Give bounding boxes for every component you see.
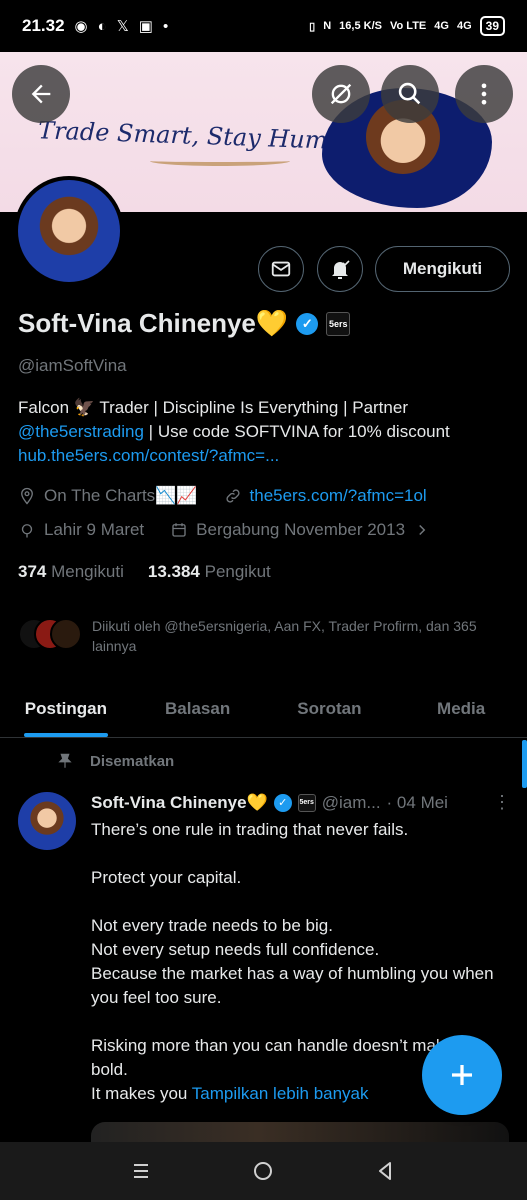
plus-icon bbox=[452, 1065, 472, 1085]
post-more-icon[interactable]: ⋮ bbox=[493, 792, 511, 813]
org-badge: 5ers bbox=[297, 793, 316, 812]
calendar-icon bbox=[172, 523, 186, 537]
meta-row-2: Lahir 9 Maret Bergabung November 2013 bbox=[18, 520, 431, 540]
profile-tabs: Postingan Balasan Sorotan Media bbox=[0, 680, 527, 738]
link-icon bbox=[225, 489, 240, 503]
profile-handle: @iamSoftVina bbox=[18, 356, 127, 375]
verified-badge-icon[interactable]: ✓ bbox=[296, 312, 319, 335]
grok-icon bbox=[330, 83, 352, 105]
search-button[interactable] bbox=[381, 65, 439, 123]
bio-url-link[interactable]: hub.the5ers.com/contest/?afmc=... bbox=[18, 446, 279, 465]
system-nav-bar bbox=[0, 1142, 527, 1200]
meta-row-1: On The Charts📉📈 the5ers.com/?afmc=1ol bbox=[18, 486, 427, 506]
post-date: · 04 Mei bbox=[386, 792, 448, 812]
follower-avatars bbox=[18, 616, 82, 652]
vibrate-icon: ▯ bbox=[309, 20, 316, 33]
chevron-right-icon[interactable] bbox=[413, 521, 431, 539]
post-avatar[interactable] bbox=[18, 792, 76, 850]
status-bar: 21.32 ◉ ◐ 𝕏 ▣ • ▯ N 16,5 K/S Vo LTE 4G 4… bbox=[0, 0, 527, 52]
dot-icon: • bbox=[162, 17, 169, 35]
notification-icons: ◉ ◐ 𝕏 ▣ • bbox=[74, 17, 169, 36]
profile-bio: Falcon 🦅 Trader | Discipline Is Everythi… bbox=[18, 396, 508, 468]
birthday-icon bbox=[21, 524, 33, 538]
tab-postingan[interactable]: Postingan bbox=[0, 680, 132, 737]
following-count-link[interactable]: 374 Mengikuti bbox=[18, 562, 124, 582]
more-vertical-icon bbox=[481, 83, 487, 105]
app-icon: ▣ bbox=[138, 18, 153, 35]
followers-count-link[interactable]: 13.384 Pengikut bbox=[148, 562, 271, 582]
post-header: Soft-Vina Chinenye💛 ✓ 5ers @iam... · 04 … bbox=[91, 792, 511, 813]
profile-name: Soft-Vina Chinenye💛 bbox=[18, 308, 289, 338]
tab-sorotan[interactable]: Sorotan bbox=[264, 680, 396, 737]
signal-1: 4G bbox=[434, 20, 449, 32]
nfc-icon: N bbox=[323, 20, 332, 32]
post-paragraph: Protect your capital. bbox=[91, 868, 242, 887]
post-author-handle: @iam... bbox=[321, 792, 381, 812]
banner-underline bbox=[150, 156, 290, 166]
x-icon: 𝕏 bbox=[116, 18, 129, 35]
pin-icon bbox=[58, 753, 72, 768]
bio-text: Falcon 🦅 Trader | Discipline Is Everythi… bbox=[18, 398, 408, 417]
notifications-button[interactable] bbox=[317, 246, 363, 292]
post-paragraph: Not every trade needs to be big. Not eve… bbox=[91, 916, 494, 1007]
volte-label: Vo LTE bbox=[390, 20, 427, 32]
scrollbar[interactable] bbox=[522, 740, 527, 788]
discord-icon: ◐ bbox=[97, 17, 107, 35]
arrow-left-icon bbox=[31, 84, 51, 104]
battery-indicator: 39 bbox=[479, 16, 505, 36]
tab-media[interactable]: Media bbox=[395, 680, 527, 737]
profile-location: On The Charts📉📈 bbox=[44, 486, 198, 505]
followed-by-row[interactable]: Diikuti oleh @the5ersnigeria, Aan FX, Tr… bbox=[18, 616, 502, 656]
follower-avatar bbox=[50, 618, 82, 650]
bio-text-2: | Use code SOFTVINA for 10% discount bbox=[143, 422, 450, 441]
location-icon bbox=[21, 487, 33, 505]
post-author-name[interactable]: Soft-Vina Chinenye💛 bbox=[91, 793, 268, 813]
back-nav-icon[interactable] bbox=[374, 1159, 398, 1183]
profile-avatar[interactable] bbox=[14, 176, 124, 286]
back-button[interactable] bbox=[12, 65, 70, 123]
status-time: 21.32 bbox=[22, 16, 65, 35]
verified-badge-icon: ✓ bbox=[273, 793, 292, 812]
tab-balasan[interactable]: Balasan bbox=[132, 680, 264, 737]
bio-mention-link[interactable]: @the5erstrading bbox=[18, 422, 144, 441]
status-right: ▯ N 16,5 K/S Vo LTE 4G 4G 39 bbox=[309, 16, 505, 36]
profile-birth: Lahir 9 Maret bbox=[44, 520, 145, 539]
net-speed: 16,5 K/S bbox=[339, 20, 382, 32]
compose-post-button[interactable] bbox=[422, 1035, 502, 1115]
org-badge[interactable]: 5ers bbox=[326, 311, 351, 336]
whatsapp-icon: ◉ bbox=[74, 18, 88, 35]
more-options-button[interactable] bbox=[455, 65, 513, 123]
envelope-icon bbox=[271, 261, 291, 277]
search-icon bbox=[398, 82, 421, 105]
pinned-text: Disematkan bbox=[90, 752, 175, 770]
following-button[interactable]: Mengikuti bbox=[375, 246, 510, 292]
followed-by-text: Diikuti oleh @the5ersnigeria, Aan FX, Tr… bbox=[92, 618, 477, 654]
message-button[interactable] bbox=[258, 246, 304, 292]
bell-check-icon bbox=[332, 260, 350, 279]
post-paragraph: There’s one rule in trading that never f… bbox=[91, 820, 409, 839]
profile-joined: Bergabung November 2013 bbox=[196, 520, 406, 539]
signal-2: 4G bbox=[456, 20, 472, 32]
profile-website-link[interactable]: the5ers.com/?afmc=1ol bbox=[250, 486, 427, 506]
profile-name-row: Soft-Vina Chinenye💛 ✓ 5ers bbox=[18, 308, 351, 339]
pinned-label: Disematkan bbox=[56, 752, 174, 770]
show-more-link[interactable]: Tampilkan lebih banyak bbox=[192, 1084, 369, 1103]
home-icon[interactable] bbox=[251, 1159, 275, 1183]
banner-tagline: Trade Smart, Stay Humble bbox=[37, 116, 366, 156]
follow-counts: 374 Mengikuti 13.384 Pengikut bbox=[18, 562, 271, 582]
grok-button[interactable] bbox=[312, 65, 370, 123]
avatar-image bbox=[18, 180, 120, 282]
recent-apps-icon[interactable] bbox=[129, 1159, 153, 1183]
